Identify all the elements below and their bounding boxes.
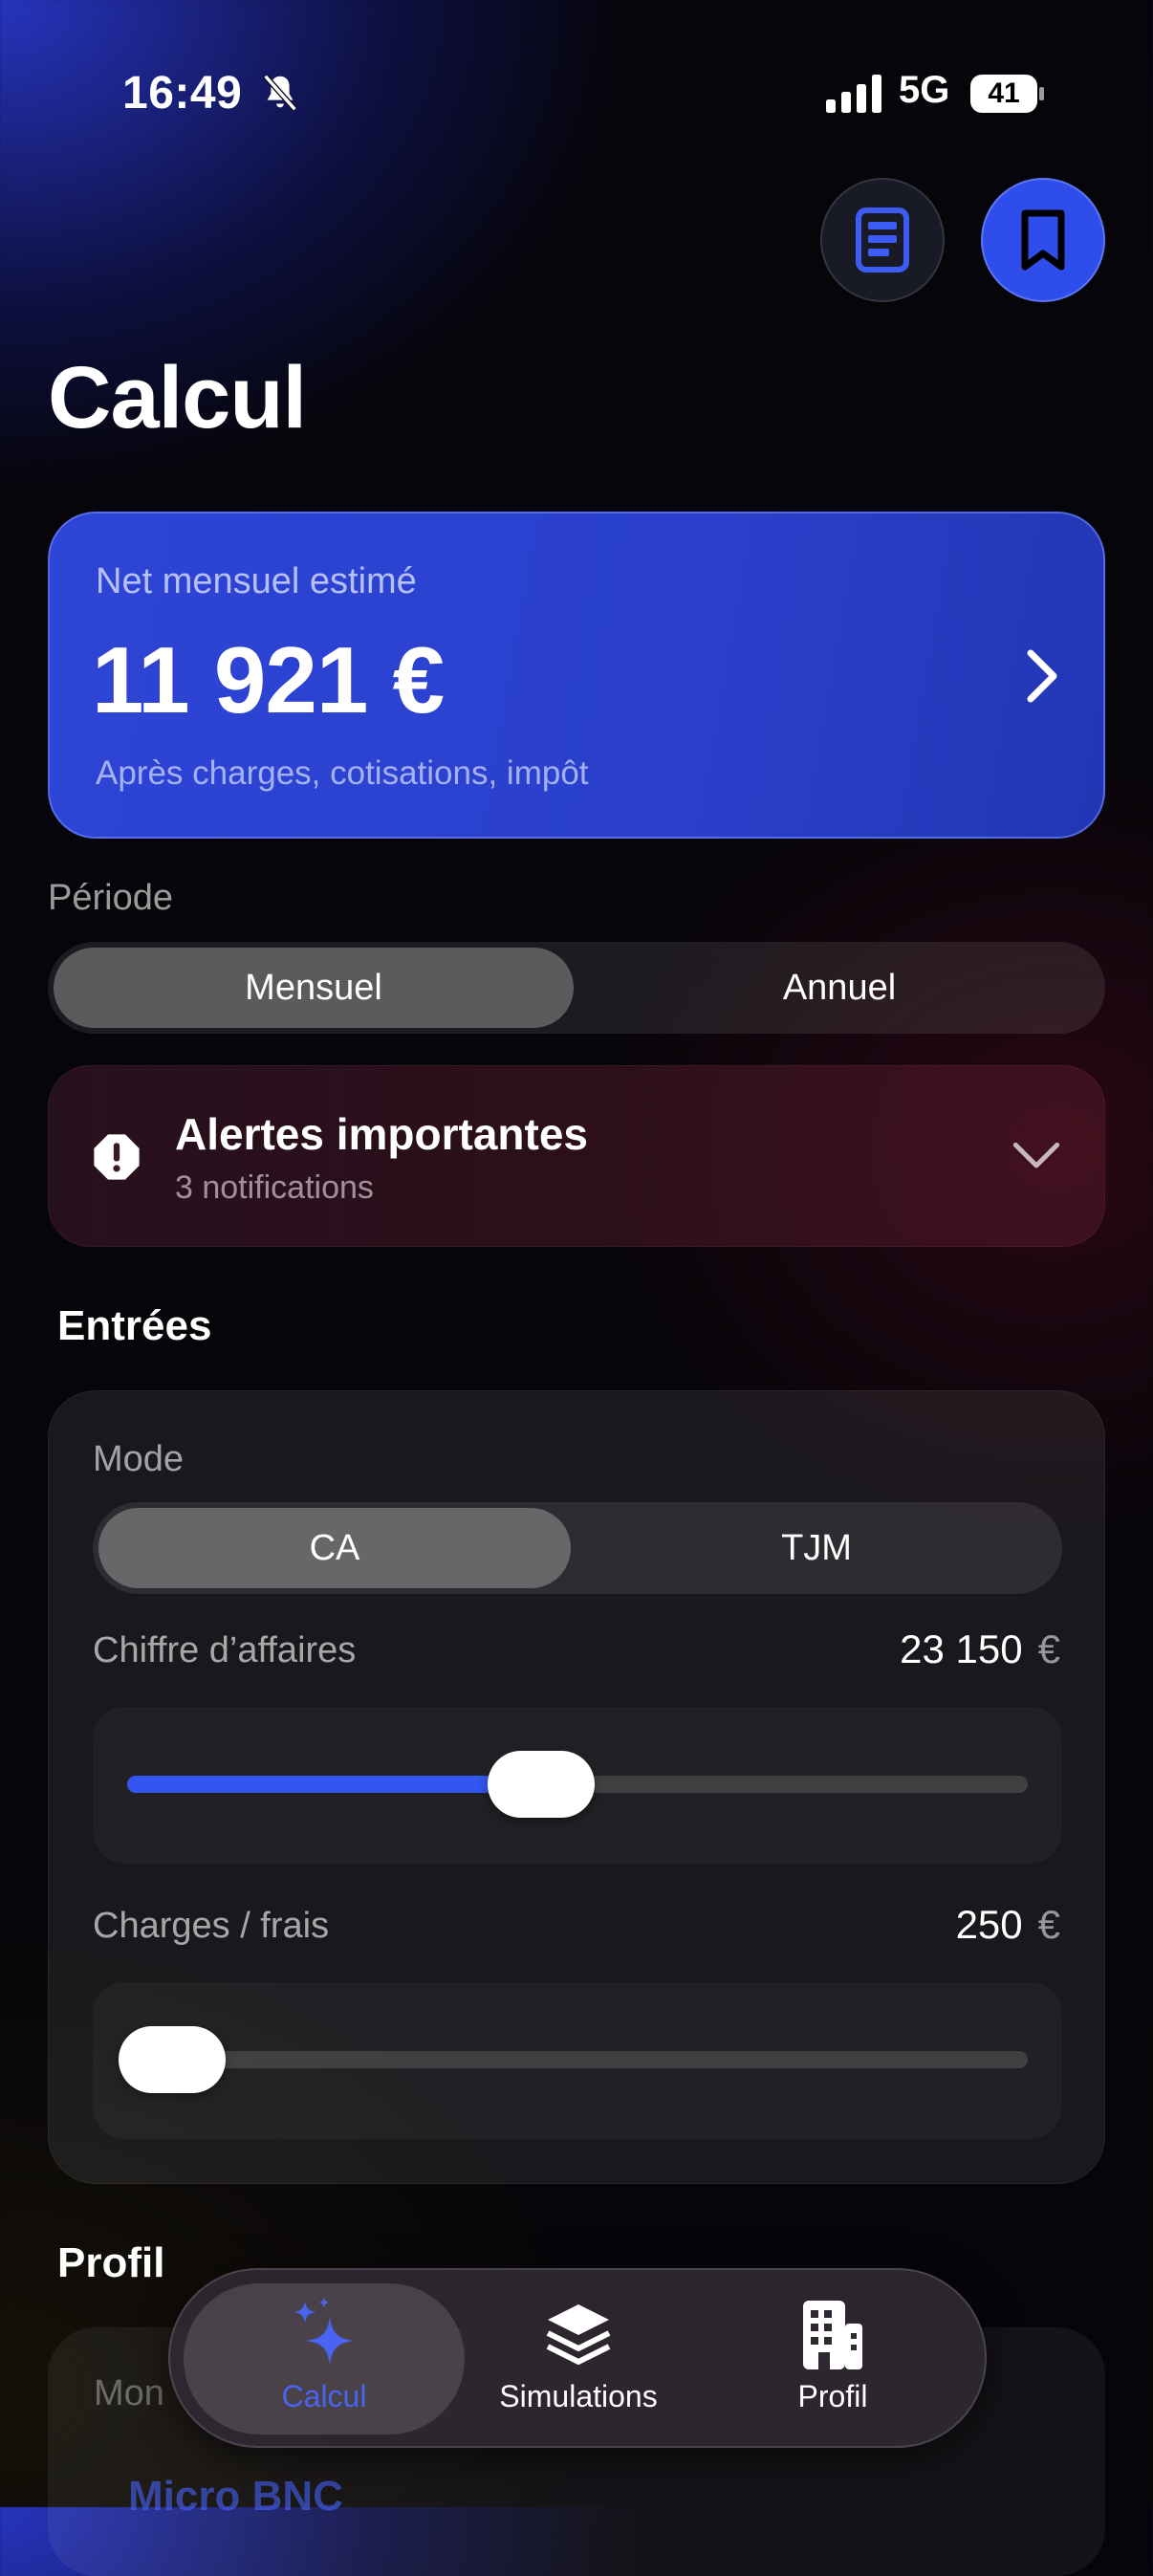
chevron-down-icon [1012,1142,1060,1168]
charges-slider-track [119,2026,1028,2093]
revenue-slider[interactable] [93,1707,1062,1864]
net-value: 11 921 € [92,627,445,732]
revenue-slider-track [127,1751,1028,1818]
alerts-panel[interactable]: Alertes importantes 3 notifications [48,1065,1105,1247]
profile-field-value: Micro BNC [128,2473,343,2520]
bookmark-icon [1021,209,1065,271]
period-option-annual[interactable]: Annuel [579,948,1099,1028]
profile-field-label: Mon [94,2373,164,2413]
chevron-right-icon [1027,649,1057,703]
network-type: 5G [899,69,950,111]
revenue-value: 23 150 [900,1626,1023,1671]
building-icon [803,2301,862,2369]
mode-label: Mode [93,1439,185,1479]
bookmark-button[interactable] [981,178,1105,302]
page-title: Calcul [48,349,307,447]
revenue-slider-thumb[interactable] [488,1751,596,1818]
charges-slider[interactable] [93,1982,1062,2139]
charges-value-display[interactable]: 250 € [956,1902,1060,1948]
period-segmented-control: Mensuel Annuel [48,942,1105,1034]
signal-icon [826,75,881,113]
period-option-monthly[interactable]: Mensuel [54,948,574,1028]
charges-slider-thumb[interactable] [119,2026,227,2093]
mode-option-ca[interactable]: CA [98,1508,571,1588]
tab-simulations-label: Simulations [499,2379,658,2413]
revenue-currency: € [1037,1626,1060,1671]
report-button[interactable] [820,178,945,302]
charges-currency: € [1037,1902,1060,1947]
inputs-card: Mode CA TJM Chiffre d’affaires 23 150 € C… [48,1390,1105,2184]
tab-simulations[interactable]: Simulations [449,2297,707,2431]
inputs-heading: Entrées [57,1302,212,1349]
period-label: Période [48,878,173,918]
net-subtitle: Après charges, cotisations, impôt [96,754,589,792]
warning-octagon-icon [94,1134,140,1180]
charges-label: Charges / frais [93,1906,330,1946]
report-icon [856,207,909,273]
net-label: Net mensuel estimé [96,561,417,601]
profile-heading: Profil [57,2239,165,2286]
net-estimate-card[interactable]: Net mensuel estimé 11 921 € Après charge… [48,512,1105,839]
silent-bell-icon [263,74,297,112]
charges-value: 250 [955,1902,1023,1947]
battery-icon: 41 [969,73,1046,115]
revenue-value-display[interactable]: 23 150 € [900,1626,1060,1672]
sparkles-icon [294,2297,355,2366]
revenue-label: Chiffre d’affaires [93,1630,357,1670]
tab-profil-label: Profil [797,2379,868,2413]
mode-option-tjm[interactable]: TJM [576,1508,1056,1588]
alerts-count: 3 notifications [175,1169,374,1206]
alerts-title: Alertes importantes [175,1109,589,1159]
layers-icon [546,2304,611,2365]
tab-profil[interactable]: Profil [704,2297,962,2431]
status-time: 16:49 [122,68,243,119]
tab-bar: Calcul Simulations Profil [168,2268,987,2448]
mode-segmented-control: CA TJM [93,1502,1062,1594]
tab-calcul-label: Calcul [281,2379,367,2413]
battery-level: 41 [988,77,1020,109]
tab-calcul[interactable]: Calcul [195,2297,453,2431]
revenue-slider-fill [127,1776,542,1793]
